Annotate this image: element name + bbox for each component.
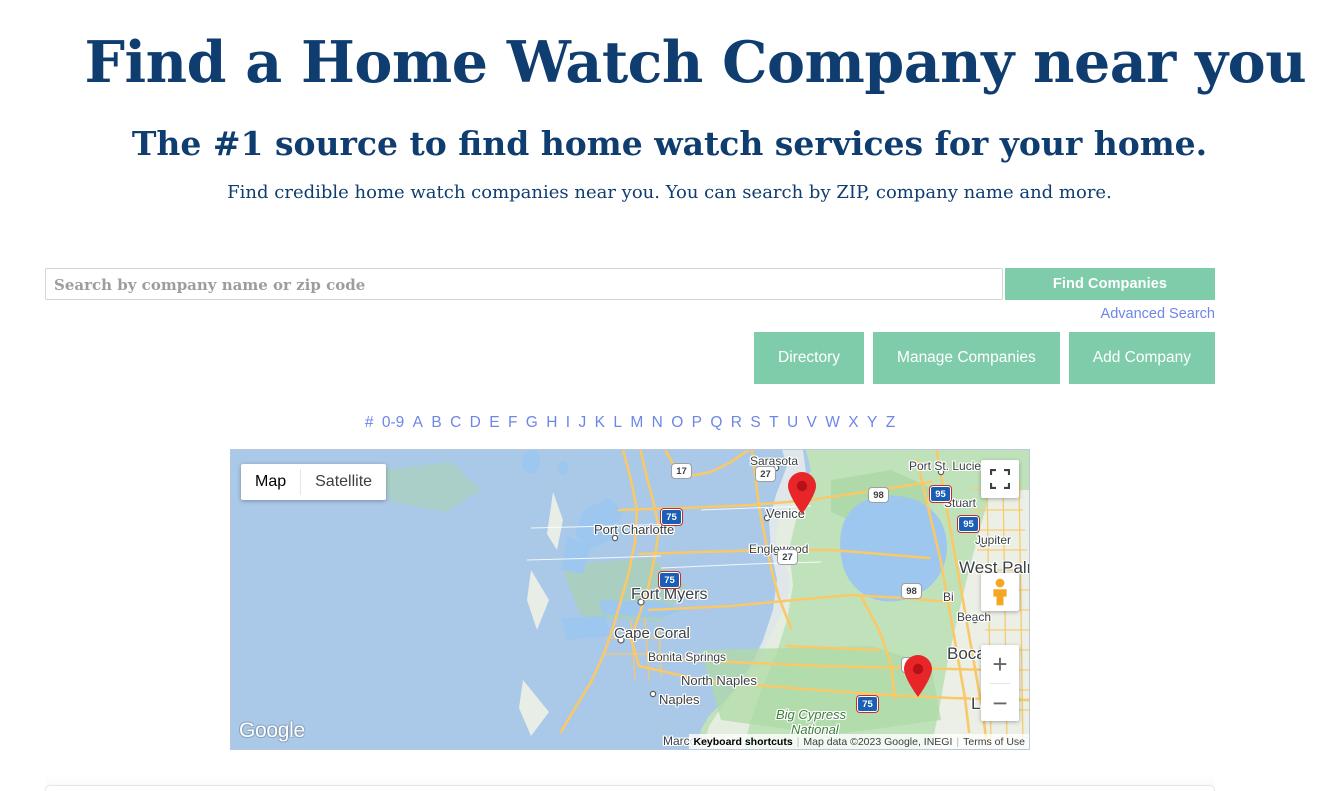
terms-of-use-link[interactable]: Terms of Use	[963, 736, 1025, 748]
map-type-satellite-button[interactable]: Satellite	[301, 464, 386, 500]
alphabet-link-d[interactable]: D	[470, 414, 481, 431]
map-type-control[interactable]: Map Satellite	[241, 464, 387, 500]
alphabet-link-x[interactable]: X	[848, 414, 858, 431]
alphabet-link-o[interactable]: O	[671, 414, 683, 431]
alphabet-link-f[interactable]: F	[508, 414, 517, 431]
alphabet-link-z[interactable]: Z	[886, 414, 895, 431]
alphabet-link-k[interactable]: K	[595, 414, 605, 431]
manage-companies-button[interactable]: Manage Companies	[873, 332, 1060, 384]
map-type-map-button[interactable]: Map	[241, 464, 300, 500]
alphabet-link-a[interactable]: A	[413, 414, 423, 431]
alphabet-link-l[interactable]: L	[613, 414, 622, 431]
alphabet-link-u[interactable]: U	[787, 414, 798, 431]
directory-button[interactable]: Directory	[754, 332, 865, 384]
map-marker-pin[interactable]	[786, 471, 818, 515]
alphabet-link-j[interactable]: J	[578, 414, 586, 431]
map-container[interactable]: Sarasota Venice Englewood Port Charlotte For…	[230, 449, 1030, 750]
page-title: Find a Home Watch Company near you	[84, 29, 1307, 96]
alphabet-link-i[interactable]: I	[566, 414, 570, 431]
alphabet-link-r[interactable]: R	[731, 414, 742, 431]
alphabet-link-w[interactable]: W	[825, 414, 840, 431]
find-companies-button[interactable]: Find Companies	[1005, 268, 1215, 300]
map-data-text: Map data ©2023 Google, INEGI	[803, 735, 953, 748]
attribution-separator-1: |	[796, 735, 800, 748]
alphabet-link-v[interactable]: V	[807, 414, 817, 431]
results-panel	[45, 785, 1215, 791]
keyboard-shortcuts-link[interactable]: Keyboard shortcuts	[693, 736, 792, 748]
alphabet-link-hash[interactable]: #	[365, 414, 374, 431]
search-row: Find Companies	[45, 268, 1215, 300]
page-lede: Find credible home watch companies near …	[227, 182, 1112, 203]
alphabet-link-b[interactable]: B	[431, 414, 441, 431]
zoom-control[interactable]: + −	[981, 645, 1019, 721]
alphabet-link-c[interactable]: C	[450, 414, 461, 431]
alphabet-link-h[interactable]: H	[546, 414, 557, 431]
alphabet-link-y[interactable]: Y	[867, 414, 877, 431]
google-logo: Google	[239, 719, 305, 742]
alphabet-link-m[interactable]: M	[630, 414, 643, 431]
alphabet-link-p[interactable]: P	[692, 414, 702, 431]
street-view-pegman-icon[interactable]	[981, 573, 1019, 611]
attribution-separator-2: |	[956, 735, 960, 748]
add-company-button[interactable]: Add Company	[1068, 332, 1215, 384]
map-attribution-bar: Keyboard shortcuts | Map data ©2023 Goog…	[689, 734, 1029, 749]
alphabet-link-0-9[interactable]: 0-9	[382, 414, 404, 431]
page-root: Find a Home Watch Company near you The #…	[0, 0, 1339, 791]
alphabet-link-g[interactable]: G	[526, 414, 538, 431]
zoom-in-button[interactable]: +	[981, 645, 1019, 683]
alphabet-link-e[interactable]: E	[489, 414, 499, 431]
page-subtitle: The #1 source to find home watch service…	[131, 124, 1208, 163]
fullscreen-icon[interactable]	[981, 460, 1019, 498]
advanced-search-link[interactable]: Advanced Search	[1101, 306, 1215, 322]
alphabet-index: #0-9 A B C D E F G H I J K L M N O P Q R S T U V W X Y Z	[45, 414, 1215, 432]
advanced-search-container: Advanced Search	[45, 306, 1215, 322]
search-input[interactable]	[45, 268, 1003, 300]
alphabet-link-s[interactable]: S	[750, 414, 760, 431]
alphabet-link-n[interactable]: N	[652, 414, 663, 431]
action-button-row: Directory Manage Companies Add Company	[45, 332, 1215, 384]
hero-section: Find a Home Watch Company near you The #…	[84, 0, 1307, 204]
zoom-out-button[interactable]: −	[981, 684, 1019, 722]
map-marker-pin[interactable]	[902, 654, 934, 698]
alphabet-link-q[interactable]: Q	[710, 414, 722, 431]
alphabet-link-t[interactable]: T	[769, 414, 778, 431]
